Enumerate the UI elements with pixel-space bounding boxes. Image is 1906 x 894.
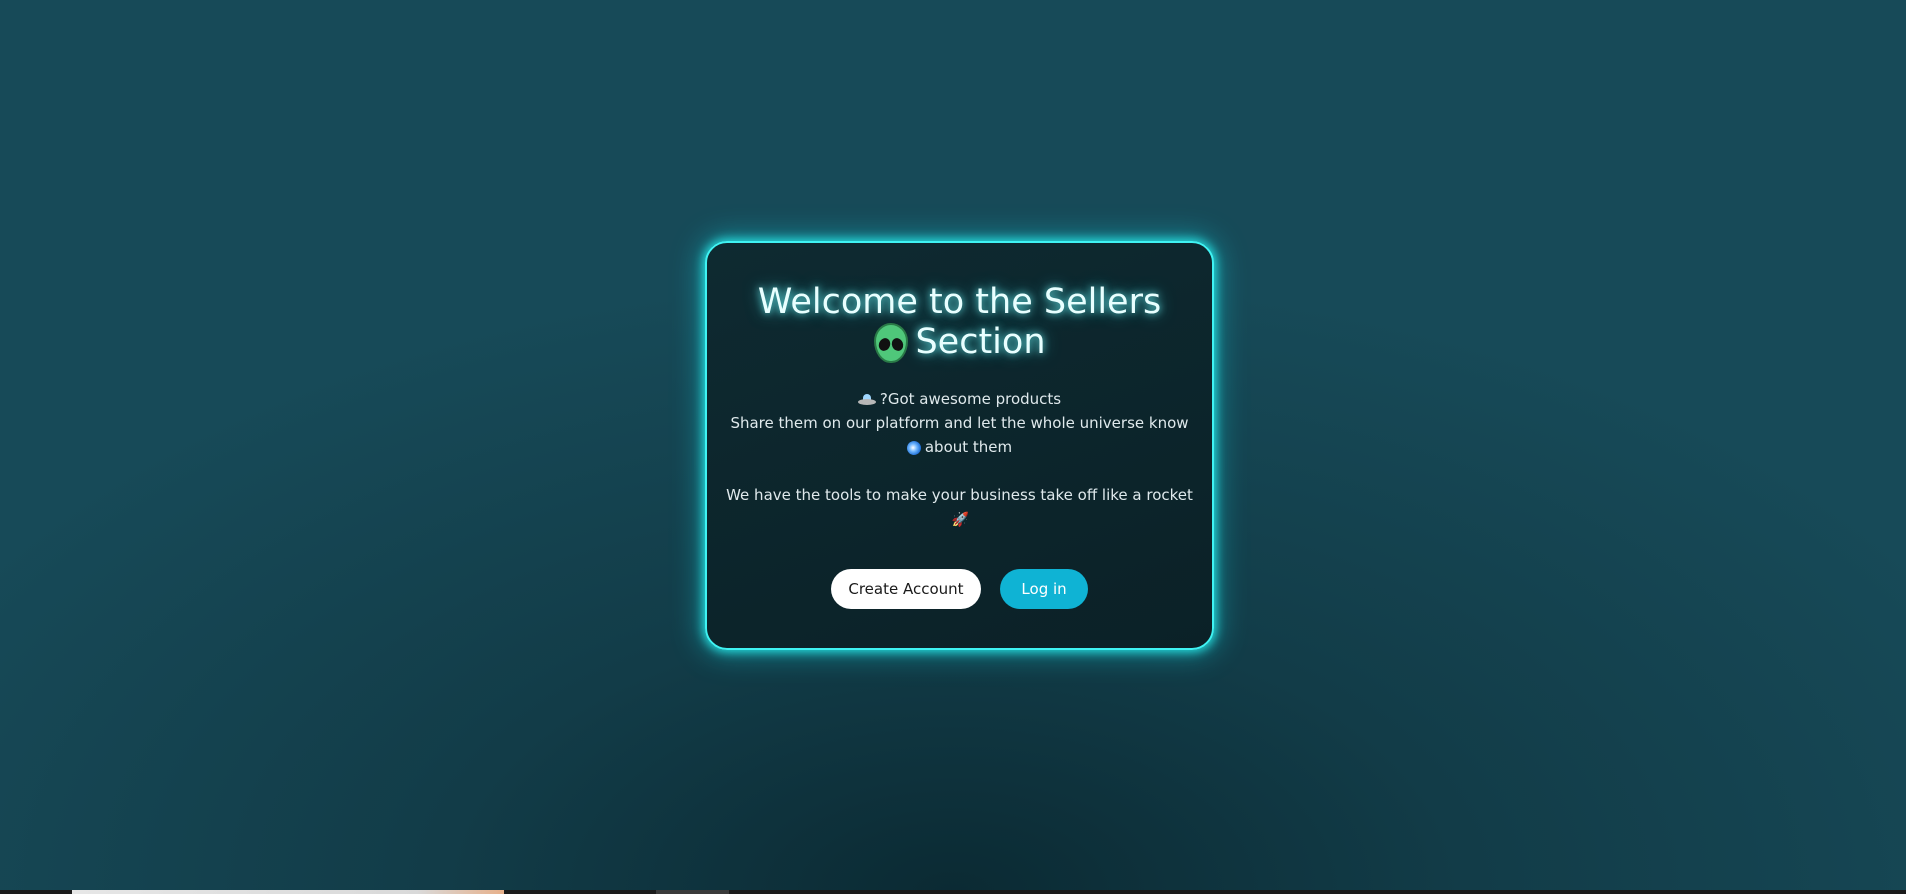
ufo-icon	[857, 393, 876, 406]
welcome-card: Welcome to the Sellers Section ?Got awes…	[705, 241, 1214, 650]
intro-line-1-text: ?Got awesome products	[879, 390, 1062, 408]
intro-line-5: 🚀	[707, 507, 1212, 531]
intro-line-2: Share them on our platform and let the w…	[730, 414, 1189, 432]
page-title: Welcome to the Sellers Section	[750, 282, 1170, 363]
taskbar-item[interactable]	[656, 890, 729, 894]
galaxy-icon	[904, 437, 924, 458]
alien-icon	[873, 323, 909, 363]
intro-text: ?Got awesome products Share them on our …	[707, 387, 1212, 531]
taskbar-strip	[0, 890, 1906, 894]
intro-line-4: We have the tools to make your business …	[726, 486, 1193, 504]
rocket-icon: 🚀	[951, 511, 969, 528]
title-line-1: Welcome to the Sellers	[757, 282, 1162, 322]
intro-line-3: about them	[707, 435, 1212, 459]
login-button[interactable]: Log in	[1000, 569, 1089, 609]
title-line-2: Section	[915, 322, 1046, 362]
taskbar-thumbnail[interactable]	[72, 890, 504, 894]
intro-line-3-text: about them	[924, 438, 1013, 456]
create-account-button[interactable]: Create Account	[830, 569, 981, 609]
intro-line-1: ?Got awesome products	[707, 387, 1212, 411]
action-buttons: Create Account Log in	[707, 569, 1212, 609]
